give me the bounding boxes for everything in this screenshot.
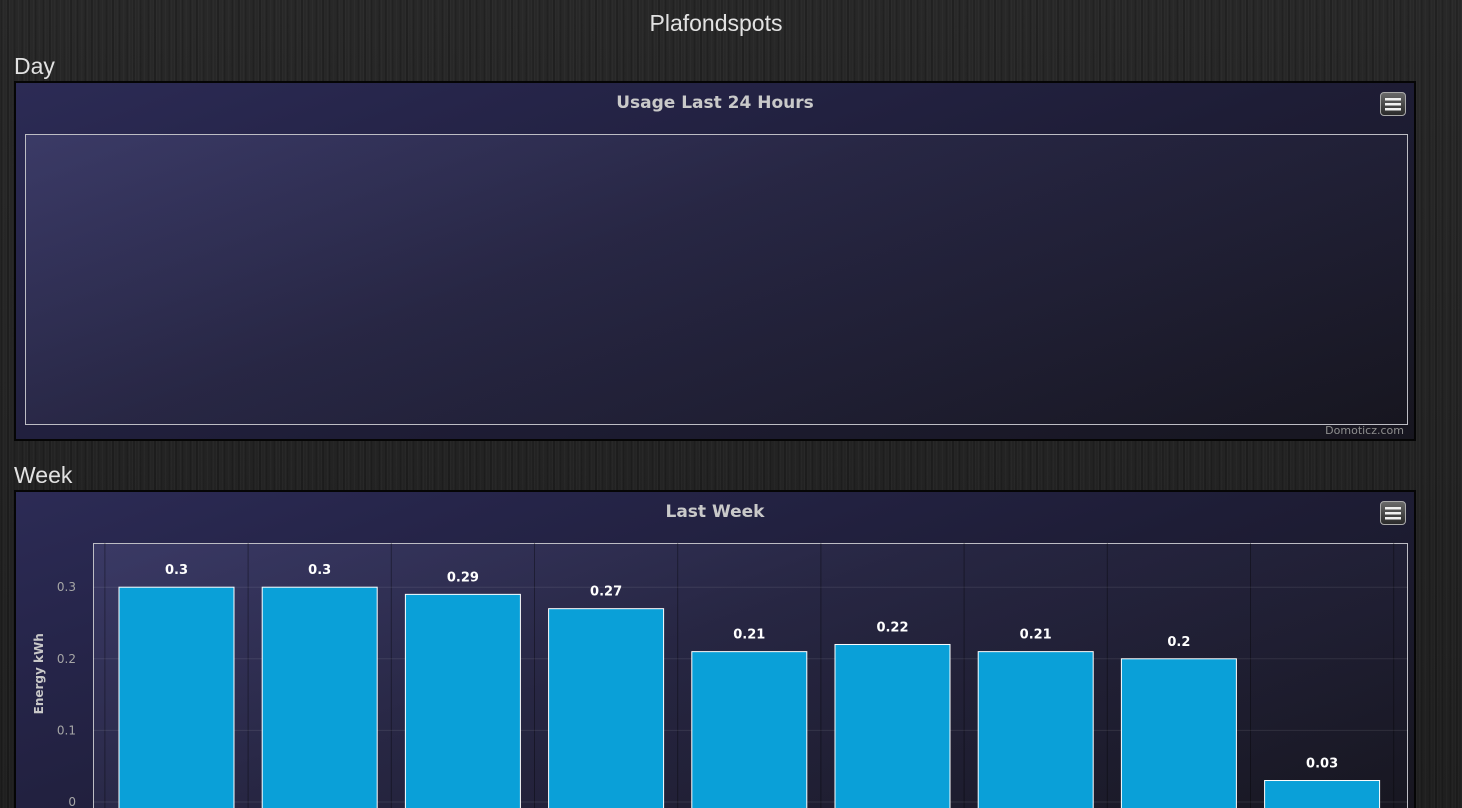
day-section-label: Day [14, 53, 55, 79]
week-bar-value-label: 0.3 [165, 563, 188, 578]
day-chart-title: Usage Last 24 Hours [616, 93, 814, 113]
day-plot-area [25, 134, 1408, 425]
week-bar-value-label: 0.29 [447, 570, 479, 585]
week-ytick-label: 0.3 [57, 580, 76, 594]
week-bar-value-label: 0.2 [1167, 635, 1190, 650]
week-bar-value-label: 0.22 [876, 620, 908, 635]
week-ytick-label: 0 [68, 795, 76, 808]
hamburger-menu-icon [1385, 98, 1401, 111]
week-ytick-label: 0.1 [57, 723, 76, 737]
week-bar[interactable] [691, 651, 808, 808]
week-bar-value-label: 0.3 [308, 563, 331, 578]
week-bar[interactable] [261, 586, 378, 808]
week-bar[interactable] [977, 651, 1094, 808]
week-bar-value-label: 0.03 [1306, 757, 1338, 772]
week-bar-value-label: 0.21 [733, 628, 765, 643]
week-bar[interactable] [118, 586, 235, 808]
week-yaxis-title: Energy kWh [32, 633, 46, 714]
week-bar-chart: 0 0.1 0.2 0.3 Energy kWh 0.3 0.3 0.29 0.27 0.21 0.… [32, 543, 1408, 808]
week-bar-value-label: 0.21 [1020, 628, 1052, 643]
week-bar[interactable] [404, 593, 521, 808]
week-bar-value-label: 0.27 [590, 585, 622, 600]
week-section-label: Week [14, 462, 73, 488]
week-bar[interactable] [1120, 658, 1237, 808]
week-bar[interactable] [548, 608, 665, 808]
week-ytick-label: 0.2 [57, 652, 76, 666]
credits-link[interactable]: Domoticz.com [1325, 424, 1404, 437]
day-chart: Usage Last 24 Hours Domoticz.com [14, 81, 1416, 441]
week-chart: Last Week 0 0.1 0.2 0.3 Energy kWh 0.3 0.3 0.29… [14, 490, 1416, 808]
week-bar[interactable] [834, 643, 951, 808]
day-chart-menu-button[interactable] [1380, 92, 1406, 116]
week-bar[interactable] [1264, 780, 1381, 808]
page-title: Plafondspots [649, 10, 783, 36]
